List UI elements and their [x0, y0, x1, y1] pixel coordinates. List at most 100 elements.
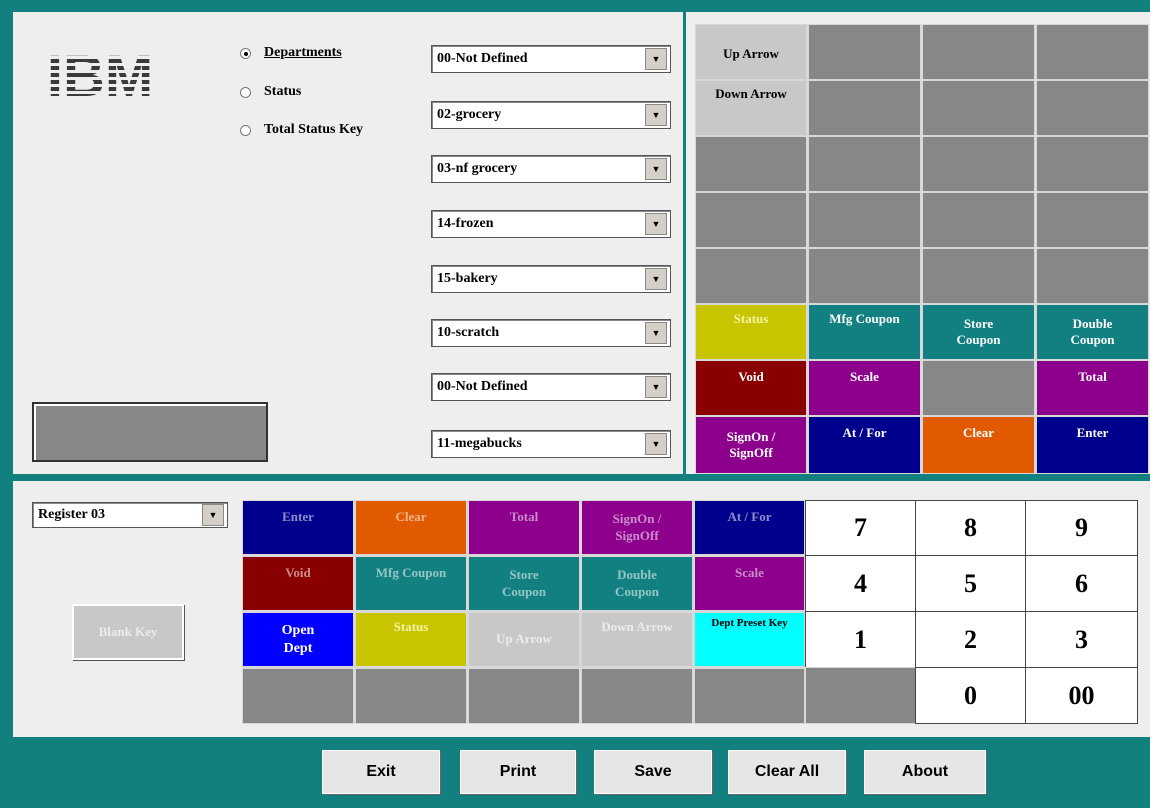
department-select-7[interactable]: 00-Not Defined ▼ [431, 373, 671, 401]
key-empty[interactable] [922, 192, 1035, 248]
chevron-down-icon[interactable]: ▼ [645, 322, 667, 344]
department-select-5[interactable]: 15-bakery ▼ [431, 265, 671, 293]
numpad-key-9[interactable]: 9 [1025, 500, 1138, 556]
numpad-key-1[interactable]: 1 [805, 611, 916, 668]
radio-total-status-key[interactable]: Total Status Key [240, 122, 363, 138]
key-empty[interactable] [695, 248, 807, 304]
key-empty[interactable] [808, 136, 921, 192]
key-dept-preset[interactable]: Dept Preset Key [694, 612, 805, 667]
key-mfg-coupon[interactable]: Mfg Coupon [808, 304, 921, 360]
key-empty[interactable] [581, 668, 693, 724]
key-double-coupon[interactable]: Double Coupon [1036, 304, 1149, 360]
key-total[interactable]: Total [1036, 360, 1149, 416]
radio-status[interactable]: Status [240, 84, 301, 100]
key-mfg-coupon[interactable]: Mfg Coupon [355, 556, 467, 611]
key-at-for[interactable]: At / For [808, 416, 921, 474]
chevron-down-icon[interactable]: ▼ [202, 504, 224, 526]
key-empty[interactable] [695, 192, 807, 248]
key-total[interactable]: Total [468, 500, 580, 555]
save-button[interactable]: Save [594, 750, 712, 794]
key-clear[interactable]: Clear [355, 500, 467, 555]
numpad-key-2[interactable]: 2 [915, 611, 1026, 668]
key-scale[interactable]: Scale [808, 360, 921, 416]
key-up-arrow[interactable]: Up Arrow [695, 24, 807, 80]
numpad-key-6[interactable]: 6 [1025, 555, 1138, 612]
department-select-8[interactable]: 11-megabucks ▼ [431, 430, 671, 458]
key-clear[interactable]: Clear [922, 416, 1035, 474]
department-select-6[interactable]: 10-scratch ▼ [431, 319, 671, 347]
key-empty[interactable] [922, 248, 1035, 304]
key-empty[interactable] [808, 192, 921, 248]
key-preview [32, 402, 268, 462]
key-empty[interactable] [922, 136, 1035, 192]
key-empty[interactable] [922, 80, 1035, 136]
key-enter[interactable]: Enter [242, 500, 354, 555]
key-void[interactable]: Void [242, 556, 354, 611]
exit-button[interactable]: Exit [322, 750, 440, 794]
department-select-3[interactable]: 03-nf grocery ▼ [431, 155, 671, 183]
key-down-arrow[interactable]: Down Arrow [695, 80, 807, 136]
about-button[interactable]: About [864, 750, 986, 794]
key-enter[interactable]: Enter [1036, 416, 1149, 474]
key-empty[interactable] [355, 668, 467, 724]
key-empty[interactable] [922, 360, 1035, 416]
key-empty[interactable] [1036, 80, 1149, 136]
key-empty[interactable] [808, 80, 921, 136]
key-scale[interactable]: Scale [694, 556, 805, 611]
key-empty[interactable] [1036, 192, 1149, 248]
key-empty[interactable] [922, 24, 1035, 80]
chevron-down-icon[interactable]: ▼ [645, 48, 667, 70]
key-open-dept[interactable]: Open Dept [242, 612, 354, 667]
select-value: 11-megabucks [437, 436, 522, 451]
department-select-4[interactable]: 14-frozen ▼ [431, 210, 671, 238]
blank-key[interactable]: Blank Key [72, 604, 184, 660]
key-label: Void [285, 565, 311, 580]
numpad-key-0[interactable]: 0 [915, 667, 1026, 724]
key-status[interactable]: Status [355, 612, 467, 667]
department-select-1[interactable]: 00-Not Defined ▼ [431, 45, 671, 73]
key-empty[interactable] [242, 668, 354, 724]
select-value: 15-bakery [437, 271, 498, 286]
key-down-arrow[interactable]: Down Arrow [581, 612, 693, 667]
radio-departments[interactable]: Departments [240, 45, 342, 61]
chevron-down-icon[interactable]: ▼ [645, 433, 667, 455]
numpad-key-7[interactable]: 7 [805, 500, 916, 556]
ibm-logo-text: IBM [47, 44, 153, 105]
numpad-key-00[interactable]: 00 [1025, 667, 1138, 724]
key-empty[interactable] [1036, 24, 1149, 80]
clear-all-button[interactable]: Clear All [728, 750, 846, 794]
chevron-down-icon[interactable]: ▼ [645, 104, 667, 126]
key-empty[interactable] [694, 668, 805, 724]
numpad-key-5[interactable]: 5 [915, 555, 1026, 612]
key-empty[interactable] [468, 668, 580, 724]
chevron-down-icon[interactable]: ▼ [645, 268, 667, 290]
key-empty[interactable] [808, 24, 921, 80]
key-at-for[interactable]: At / For [694, 500, 805, 555]
key-empty[interactable] [695, 136, 807, 192]
key-store-coupon[interactable]: Store Coupon [468, 556, 580, 611]
numeric-keypad: 7 8 9 4 5 6 1 2 3 0 00 [805, 500, 1138, 724]
department-select-2[interactable]: 02-grocery ▼ [431, 101, 671, 129]
key-up-arrow[interactable]: Up Arrow [468, 612, 580, 667]
numpad-key-8[interactable]: 8 [915, 500, 1026, 556]
chevron-down-icon[interactable]: ▼ [645, 376, 667, 398]
radio-button-icon[interactable] [240, 86, 251, 98]
numpad-key-4[interactable]: 4 [805, 555, 916, 612]
print-button[interactable]: Print [460, 750, 576, 794]
key-status[interactable]: Status [695, 304, 807, 360]
key-empty[interactable] [808, 248, 921, 304]
key-store-coupon[interactable]: Store Coupon [922, 304, 1035, 360]
key-empty[interactable] [1036, 136, 1149, 192]
radio-button-icon[interactable] [240, 124, 251, 136]
key-empty[interactable] [1036, 248, 1149, 304]
register-select[interactable]: Register 03 ▼ [32, 502, 228, 528]
key-signon-signoff[interactable]: SignOn / SignOff [695, 416, 807, 474]
numpad-key-empty[interactable] [805, 667, 916, 724]
chevron-down-icon[interactable]: ▼ [645, 213, 667, 235]
numpad-key-3[interactable]: 3 [1025, 611, 1138, 668]
key-void[interactable]: Void [695, 360, 807, 416]
key-signon-signoff[interactable]: SignOn / SignOff [581, 500, 693, 555]
radio-button-icon[interactable] [240, 47, 251, 59]
chevron-down-icon[interactable]: ▼ [645, 158, 667, 180]
key-double-coupon[interactable]: Double Coupon [581, 556, 693, 611]
